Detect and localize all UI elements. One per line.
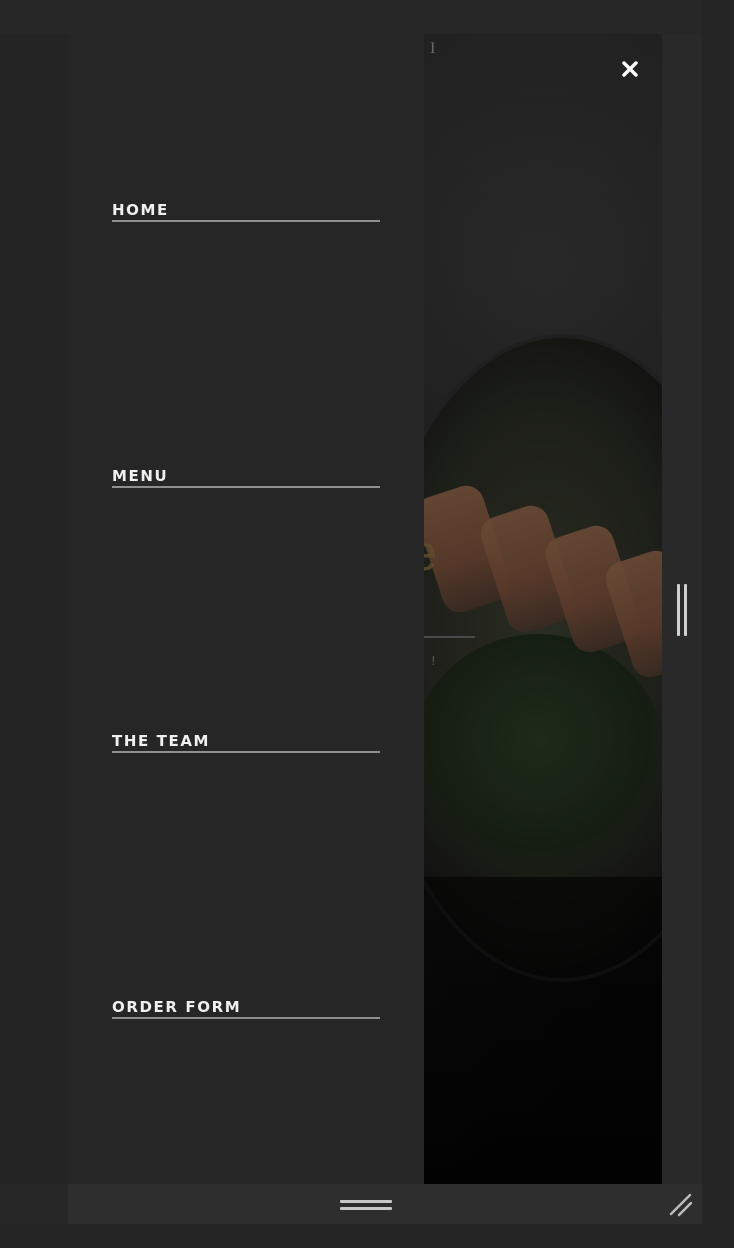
nav-item-home[interactable]: HOME	[112, 201, 380, 222]
resize-grip[interactable]	[668, 1192, 694, 1218]
frame-right-edge	[702, 0, 734, 1248]
horizontal-drag-handle-icon	[340, 1200, 392, 1203]
hero-mark: I	[430, 40, 436, 57]
bottom-bar	[68, 1184, 702, 1224]
nav-item-order-form[interactable]: ORDER FORM	[112, 998, 380, 1019]
vertical-handle-icon	[684, 584, 687, 636]
salad-greens	[408, 634, 662, 894]
frame-bottom	[0, 1224, 734, 1248]
bottom-drag-handle[interactable]	[340, 1198, 392, 1212]
vertical-handle-icon	[677, 584, 680, 636]
frame-top	[0, 0, 734, 34]
nav-item-label: MENU	[112, 467, 169, 485]
side-resize-handle[interactable]	[674, 582, 692, 638]
hero-tick: !	[431, 654, 436, 668]
nav-item-label: HOME	[112, 201, 169, 219]
nav-item-label: THE TEAM	[112, 732, 211, 750]
nav-item-the-team[interactable]: THE TEAM	[112, 732, 380, 753]
nav-item-label: ORDER FORM	[112, 998, 242, 1016]
horizontal-drag-handle-icon	[340, 1207, 392, 1210]
nav-item-menu[interactable]: MENU	[112, 467, 380, 488]
nav-drawer: HOME MENU THE TEAM ORDER FORM	[68, 34, 424, 1184]
close-button[interactable]	[619, 58, 641, 80]
hero-divider	[423, 636, 475, 638]
close-icon	[622, 61, 638, 77]
frame-left	[0, 34, 68, 1184]
resize-grip-icon	[669, 1193, 693, 1217]
